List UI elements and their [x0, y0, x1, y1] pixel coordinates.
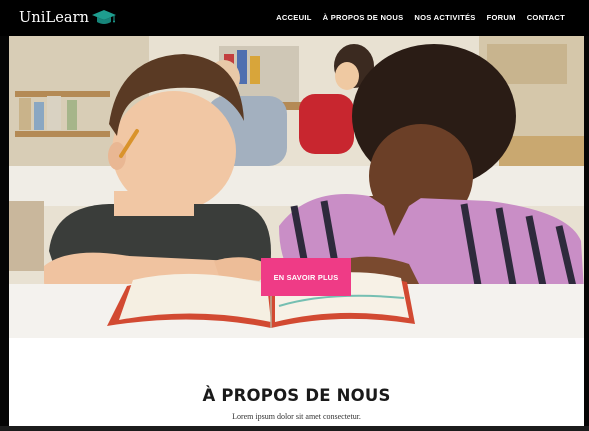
main-nav: ACCEUIL À PROPOS DE NOUS NOS ACTIVITÉS F… — [276, 13, 565, 22]
nav-item-acceuil[interactable]: ACCEUIL — [276, 13, 312, 22]
nav-item-forum[interactable]: FORUM — [487, 13, 516, 22]
brand-name: UniLearn — [19, 10, 90, 26]
top-navbar: UniLearn ACCEUIL À PROPOS DE NOUS NOS AC… — [0, 0, 589, 36]
nav-item-a-propos[interactable]: À PROPOS DE NOUS — [323, 13, 404, 22]
page-bottom-edge — [0, 426, 589, 431]
learn-more-button[interactable]: EN SAVOIR PLUS — [261, 258, 351, 296]
about-subtitle: Lorem ipsum dolor sit amet consectetur. — [232, 412, 361, 421]
nav-item-activites[interactable]: NOS ACTIVITÉS — [414, 13, 475, 22]
about-title: À PROPOS DE NOUS — [202, 386, 391, 405]
page-frame-left — [0, 36, 9, 426]
graduation-cap-icon — [92, 10, 117, 24]
brand-logo[interactable]: UniLearn — [19, 8, 117, 28]
nav-item-contact[interactable]: CONTACT — [527, 13, 565, 22]
hero-banner: EN SAVOIR PLUS — [9, 36, 584, 338]
page-frame-right — [584, 36, 589, 426]
about-section: À PROPOS DE NOUS Lorem ipsum dolor sit a… — [9, 338, 584, 426]
